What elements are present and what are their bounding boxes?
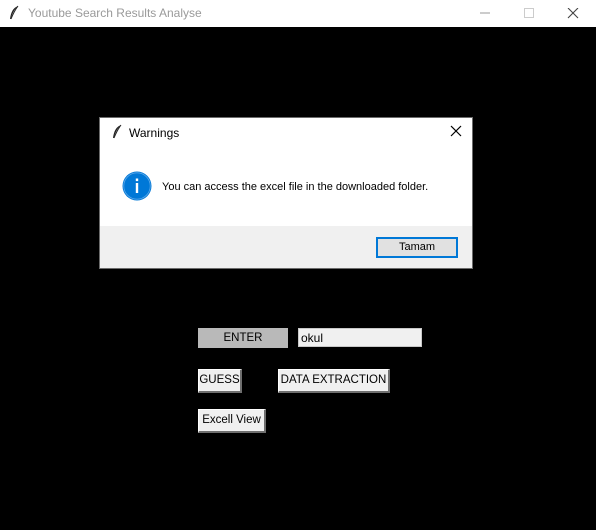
info-icon xyxy=(122,171,152,201)
close-icon xyxy=(567,8,579,19)
title-bar: Youtube Search Results Analyse xyxy=(0,0,596,27)
feather-icon xyxy=(7,5,21,21)
subject-input[interactable] xyxy=(298,328,422,347)
main-area xyxy=(0,27,596,530)
maximize-button[interactable] xyxy=(506,0,552,27)
dialog-close-button[interactable] xyxy=(448,124,464,140)
guess-button[interactable]: GUESS xyxy=(198,369,242,393)
maximize-icon xyxy=(524,8,534,18)
window-title: Youtube Search Results Analyse xyxy=(28,6,202,20)
ok-button[interactable]: Tamam xyxy=(376,237,458,258)
warning-dialog: Warnings You can access the excel file i… xyxy=(100,118,472,268)
dialog-message: You can access the excel file in the dow… xyxy=(162,181,429,193)
close-icon xyxy=(450,125,462,137)
feather-icon xyxy=(110,124,124,145)
dialog-title-bar: Warnings xyxy=(100,118,472,148)
subject-label: ENTER SUBJECT: xyxy=(198,328,288,364)
close-button[interactable] xyxy=(550,0,596,27)
dialog-footer: Tamam xyxy=(100,226,472,268)
data-extraction-button[interactable]: DATA EXTRACTION xyxy=(278,369,390,393)
excel-view-button[interactable]: Excell View xyxy=(198,409,266,433)
dialog-title: Warnings xyxy=(129,126,180,140)
minimize-icon xyxy=(480,12,490,14)
minimize-button[interactable] xyxy=(462,0,508,27)
